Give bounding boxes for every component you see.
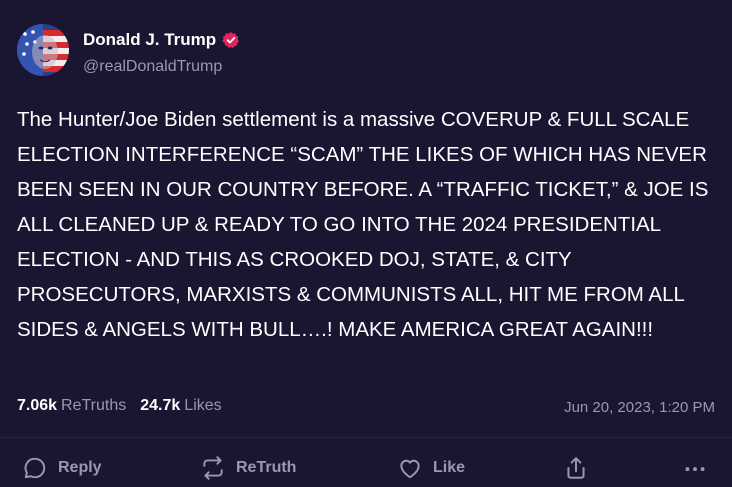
avatar[interactable] bbox=[17, 24, 69, 76]
reply-button[interactable]: Reply bbox=[22, 455, 102, 481]
reply-label: Reply bbox=[58, 459, 102, 476]
post-card: Donald J. Trump @realDonaldTrump The Hun… bbox=[0, 0, 732, 487]
action-bar: Reply ReTruth Like bbox=[0, 455, 732, 485]
share-icon bbox=[567, 457, 585, 479]
likes-count: 24.7k bbox=[140, 397, 181, 414]
heart-icon bbox=[400, 459, 420, 479]
divider bbox=[0, 437, 732, 438]
retruth-icon bbox=[203, 456, 223, 480]
retruth-label: ReTruth bbox=[236, 459, 297, 476]
retruths-count: 7.06k bbox=[17, 397, 58, 414]
reply-icon bbox=[24, 457, 46, 479]
more-icon bbox=[685, 467, 705, 472]
post-text: The Hunter/Joe Biden settlement is a mas… bbox=[17, 108, 709, 341]
more-button[interactable] bbox=[682, 455, 708, 481]
author-name-row: Donald J. Trump bbox=[83, 30, 240, 50]
like-button[interactable]: Like bbox=[397, 455, 465, 481]
like-label: Like bbox=[433, 459, 466, 476]
post-timestamp[interactable]: Jun 20, 2023, 1:20 PM bbox=[564, 399, 715, 416]
likes-stat[interactable]: 24.7k Likes bbox=[140, 397, 221, 415]
likes-label: Likes bbox=[184, 397, 222, 414]
verified-badge-icon bbox=[222, 31, 240, 49]
share-button[interactable] bbox=[563, 455, 589, 481]
avatar-image bbox=[17, 24, 69, 76]
retruths-label: ReTruths bbox=[61, 397, 127, 414]
retruths-stat[interactable]: 7.06k ReTruths bbox=[17, 397, 126, 415]
author-name[interactable]: Donald J. Trump bbox=[83, 30, 216, 50]
retruth-button[interactable]: ReTruth bbox=[200, 455, 296, 481]
author-handle[interactable]: @realDonaldTrump bbox=[83, 58, 222, 76]
post-stats: 7.06k ReTruths 24.7k Likes bbox=[17, 397, 222, 415]
